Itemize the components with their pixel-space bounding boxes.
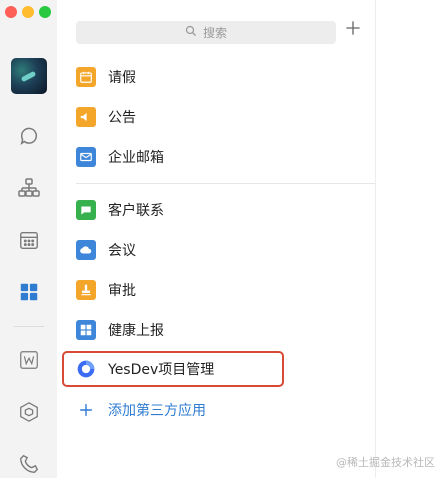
add-third-party-app-label: 添加第三方应用 bbox=[108, 403, 206, 419]
watermark: @稀土掘金技术社区 bbox=[336, 456, 435, 469]
left-rail bbox=[0, 0, 58, 478]
cube-icon[interactable] bbox=[17, 400, 41, 424]
section-divider bbox=[76, 183, 375, 184]
app-item-label: YesDev项目管理 bbox=[108, 362, 215, 378]
app-item-label: 客户联系 bbox=[108, 203, 164, 219]
app-item-label: 请假 bbox=[108, 70, 136, 86]
app-item-customer-contact[interactable]: 客户联系 bbox=[76, 196, 164, 224]
window-minimize-button[interactable] bbox=[22, 6, 34, 18]
window-zoom-button[interactable] bbox=[39, 6, 51, 18]
megaphone-icon bbox=[76, 107, 96, 127]
cloud-icon bbox=[76, 240, 96, 260]
app-list-panel: 搜索 请假 公告 企业邮箱 客户联系 会议 审批 健康上报 YesDev项目管理… bbox=[57, 0, 376, 478]
chat-icon[interactable] bbox=[17, 124, 41, 148]
app-item-meeting[interactable]: 会议 bbox=[76, 236, 136, 264]
stamp-icon bbox=[76, 280, 96, 300]
window-close-button[interactable] bbox=[5, 6, 17, 18]
search-placeholder: 搜索 bbox=[202, 26, 227, 40]
app-item-approval[interactable]: 审批 bbox=[76, 276, 136, 304]
app-item-announcement[interactable]: 公告 bbox=[76, 103, 136, 131]
app-item-label: 企业邮箱 bbox=[108, 150, 164, 166]
mail-icon bbox=[76, 147, 96, 167]
app-item-enterprise-mail[interactable]: 企业邮箱 bbox=[76, 143, 164, 171]
grid-icon bbox=[76, 320, 96, 340]
rail-divider bbox=[14, 326, 44, 327]
add-third-party-app-button[interactable]: 添加第三方应用 bbox=[76, 396, 206, 424]
phone-icon[interactable] bbox=[17, 452, 41, 476]
add-button[interactable] bbox=[345, 20, 361, 36]
w-app-icon[interactable] bbox=[17, 348, 41, 372]
calendar-icon[interactable] bbox=[17, 228, 41, 252]
org-chart-icon[interactable] bbox=[17, 176, 41, 200]
app-item-health-report[interactable]: 健康上报 bbox=[76, 316, 164, 344]
search-input[interactable]: 搜索 bbox=[76, 21, 336, 44]
plus-icon bbox=[76, 400, 96, 420]
avatar[interactable] bbox=[11, 58, 47, 94]
chat-bubble-icon bbox=[76, 200, 96, 220]
apps-grid-icon[interactable] bbox=[17, 280, 41, 304]
app-item-yesdev[interactable]: YesDev项目管理 bbox=[76, 355, 214, 383]
app-item-label: 审批 bbox=[108, 283, 136, 299]
search-icon bbox=[185, 25, 197, 40]
app-item-label: 会议 bbox=[108, 243, 136, 259]
app-item-label: 健康上报 bbox=[108, 323, 164, 339]
app-item-label: 公告 bbox=[108, 110, 136, 126]
app-item-leave[interactable]: 请假 bbox=[76, 63, 136, 91]
yesdev-logo-icon bbox=[76, 359, 96, 379]
calendar-icon bbox=[76, 67, 96, 87]
